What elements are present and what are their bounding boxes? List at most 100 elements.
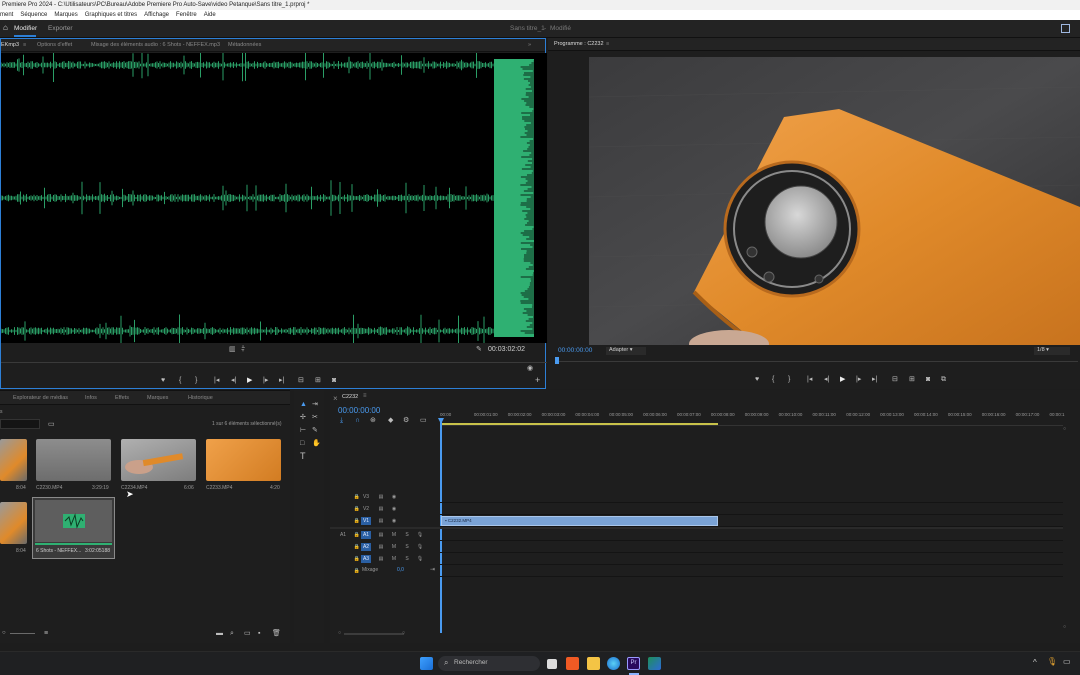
panel-overflow-icon[interactable]: »	[528, 39, 531, 52]
scroll-handle-bottom[interactable]: ○	[1063, 624, 1066, 630]
clip-thumbnail[interactable]	[0, 439, 27, 481]
sequence-menu-icon[interactable]: ≡	[363, 393, 367, 399]
premiere-pro-icon[interactable]: Pr	[627, 657, 640, 670]
workspace-tab-export[interactable]: Exporter	[48, 20, 73, 37]
tab-source-clip[interactable]: EKmp3	[1, 39, 19, 52]
track-label-a3[interactable]: A3	[361, 555, 371, 563]
zoom-bar[interactable]	[344, 633, 404, 635]
sync-lock-icon[interactable]: ▤	[376, 493, 386, 501]
track-lane-v1[interactable]: ▪ C2232.MP4	[440, 515, 1063, 527]
ripple-edit-tool-icon[interactable]: ✢	[300, 414, 306, 421]
clip-thumbnail[interactable]	[0, 502, 27, 544]
mute-icon[interactable]: M	[389, 543, 399, 551]
close-sequence-icon[interactable]: ×	[333, 394, 338, 403]
new-item-menu-icon[interactable]: ▪	[258, 630, 260, 637]
track-lane-a1[interactable]	[440, 529, 1063, 541]
new-item-icon[interactable]: ▭	[244, 630, 251, 637]
sequence-tab[interactable]: C2232	[342, 394, 358, 400]
track-label-a1[interactable]: A1	[361, 531, 371, 539]
hand-tool-icon[interactable]: ✋	[312, 440, 321, 447]
microphone-icon[interactable]: 🎙	[415, 531, 425, 539]
menu-item-window[interactable]: ment	[0, 10, 13, 20]
program-video-frame[interactable]	[589, 57, 1080, 345]
track-lane-a2[interactable]	[440, 541, 1063, 553]
sync-lock-icon[interactable]: ▤	[376, 517, 386, 525]
step-forward-icon[interactable]: |▸	[263, 377, 268, 384]
menu-item-graphics[interactable]: Graphiques et titres	[85, 10, 137, 20]
home-icon[interactable]: ⌂	[3, 24, 11, 32]
edge-browser-icon[interactable]	[607, 657, 620, 670]
mute-icon[interactable]: M	[389, 531, 399, 539]
solo-icon[interactable]: S	[402, 555, 412, 563]
mark-in-icon[interactable]: {	[772, 376, 774, 383]
selection-tool-icon[interactable]: ▲	[300, 401, 307, 408]
rectangle-tool-icon[interactable]: □	[300, 440, 304, 447]
insert-nest-icon[interactable]: ⤓	[340, 417, 343, 424]
extract-icon[interactable]: ⊞	[909, 376, 915, 383]
go-to-in-icon[interactable]: |◂	[807, 376, 812, 383]
tab-audio-clip-mixer[interactable]: Mixage des éléments audio : 6 Shots - NE…	[91, 39, 220, 52]
menu-item-sequence[interactable]: Séquence	[20, 10, 47, 20]
program-playhead[interactable]	[555, 357, 559, 364]
go-to-in-icon[interactable]: |◂	[214, 377, 219, 384]
track-label-v1[interactable]: V1	[361, 517, 371, 525]
snap-icon[interactable]: ∩	[355, 417, 360, 424]
timeline-timecode[interactable]: 00:00:00:00	[338, 406, 380, 415]
overwrite-icon[interactable]: ⊞	[315, 377, 321, 384]
new-bin-icon[interactable]: ▭	[48, 420, 55, 428]
captions-icon[interactable]: ▭	[420, 417, 427, 424]
mark-in-icon[interactable]: {	[179, 377, 181, 384]
program-timecode[interactable]: 00:00:00:00	[558, 347, 592, 354]
app-icon[interactable]	[648, 657, 661, 670]
new-bin-icon[interactable]: ▬	[216, 630, 223, 637]
comparison-view-icon[interactable]: ⧉	[941, 376, 946, 383]
clip-thumbnail[interactable]	[121, 439, 196, 481]
clip-thumbnail[interactable]	[206, 439, 281, 481]
add-marker-icon[interactable]: ♥	[755, 376, 759, 383]
tab-menu-icon[interactable]: ≡	[23, 39, 26, 52]
play-icon[interactable]: ▶	[840, 376, 845, 383]
eye-icon[interactable]: ◉	[389, 517, 399, 525]
microphone-tray-icon[interactable]: 🎙	[1047, 657, 1057, 666]
track-lane-v3[interactable]	[440, 491, 1063, 503]
menu-item-help[interactable]: Aide	[204, 10, 216, 20]
microphone-icon[interactable]: 🎙	[415, 555, 425, 563]
slip-tool-icon[interactable]: ⊢	[300, 427, 306, 434]
lift-icon[interactable]: ⊟	[892, 376, 898, 383]
zoom-handle-icon[interactable]: ◉	[527, 365, 533, 372]
export-frame-icon[interactable]: ◙	[926, 376, 930, 383]
tab-markers[interactable]: Marques	[147, 392, 168, 405]
add-marker-icon[interactable]: ◆	[388, 417, 393, 424]
track-lane-v2[interactable]	[440, 503, 1063, 515]
tab-metadata[interactable]: Métadonnées	[228, 39, 261, 52]
zoom-slider[interactable]	[10, 633, 35, 634]
drag-video-icon[interactable]: ▥	[229, 346, 236, 353]
mark-out-icon[interactable]: }	[788, 376, 790, 383]
mark-out-icon[interactable]: }	[195, 377, 197, 384]
program-scrub-bar[interactable]	[558, 361, 1078, 362]
clip-thumbnail[interactable]	[36, 439, 111, 481]
play-icon[interactable]: ▶	[247, 377, 252, 384]
tab-effect-controls[interactable]: Options d'effet	[37, 39, 72, 52]
step-forward-icon[interactable]: |▸	[856, 376, 861, 383]
work-area-bar[interactable]	[440, 423, 718, 425]
tray-chevron-icon[interactable]: ^	[1033, 658, 1037, 667]
scroll-handle-top[interactable]: ○	[1063, 426, 1066, 432]
go-to-out-icon[interactable]: ▸|	[279, 377, 284, 384]
brave-browser-icon[interactable]	[566, 657, 579, 670]
network-icon[interactable]: ▭	[1063, 657, 1071, 666]
step-back-icon[interactable]: ◂|	[231, 377, 236, 384]
settings-wrench-icon[interactable]: ⚙	[403, 417, 409, 424]
solo-icon[interactable]: S	[402, 531, 412, 539]
resolution-dropdown[interactable]: 1/8 ▾	[1034, 347, 1070, 355]
audio-waveform[interactable]	[0, 48, 547, 348]
windows-start-icon[interactable]	[420, 657, 433, 670]
insert-icon[interactable]: ⊟	[298, 377, 304, 384]
program-menu-icon[interactable]: ≡	[606, 38, 609, 51]
sync-lock-icon[interactable]: ▤	[376, 505, 386, 513]
file-explorer-icon[interactable]	[587, 657, 600, 670]
zoom-handle-right[interactable]: ○	[402, 630, 405, 636]
timeline-clip[interactable]: ▪ C2232.MP4	[441, 516, 718, 526]
source-patch-a1[interactable]: A1	[338, 531, 348, 539]
mix-value[interactable]: 0,0	[397, 567, 404, 573]
